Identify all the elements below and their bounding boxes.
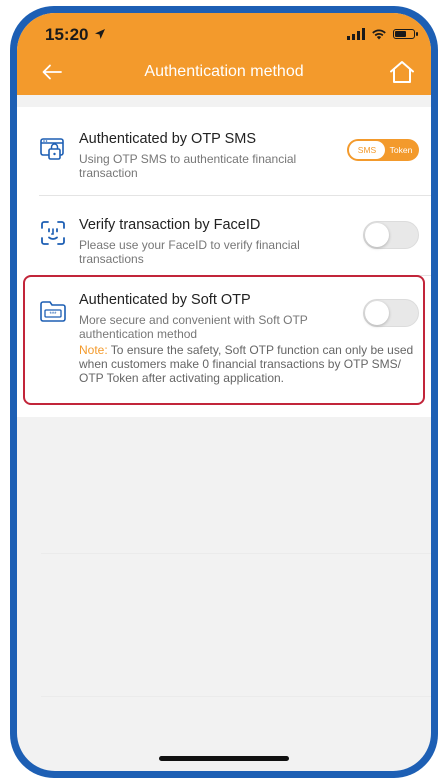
divider <box>41 696 431 697</box>
faceid-toggle[interactable] <box>363 221 419 249</box>
divider <box>41 553 431 554</box>
list-item-soft-otp: *** Authenticated by Soft OTP More secur… <box>17 279 431 403</box>
note-text: To ensure the safety, Soft OTP function … <box>79 343 414 385</box>
home-indicator[interactable] <box>159 756 289 761</box>
divider <box>39 195 431 196</box>
back-button[interactable] <box>39 59 65 85</box>
item-title: Authenticated by Soft OTP <box>79 292 251 308</box>
note-label: Note: <box>79 343 108 357</box>
signal-icon <box>347 28 365 40</box>
item-description: Please use your FaceID to verify financi… <box>79 238 300 266</box>
location-arrow-icon <box>94 28 106 43</box>
soft-otp-toggle[interactable] <box>363 299 419 327</box>
status-indicators <box>347 28 418 40</box>
status-bar: 15:20 <box>17 23 431 49</box>
battery-icon <box>393 29 418 39</box>
item-title: Authenticated by OTP SMS <box>79 131 257 147</box>
navbar: Authentication method <box>17 55 431 91</box>
token-option[interactable]: Token <box>387 141 415 159</box>
list-item-otp-sms: Authenticated by OTP SMS Using OTP SMS t… <box>17 125 431 195</box>
back-arrow-icon <box>42 64 62 80</box>
sms-option[interactable]: SMS <box>349 141 385 159</box>
auth-method-list: Authenticated by OTP SMS Using OTP SMS t… <box>17 107 431 417</box>
soft-otp-icon: *** <box>40 301 66 322</box>
soft-otp-note: Note: To ensure the safety, Soft OTP fun… <box>79 343 415 385</box>
phone-frame: 15:20 Authentication method Authenticate… <box>10 6 438 778</box>
item-description: More secure and convenient with Soft OTP… <box>79 313 308 341</box>
wifi-icon <box>372 29 386 40</box>
faceid-icon <box>41 221 65 245</box>
app-screen: 15:20 Authentication method Authenticate… <box>17 13 431 771</box>
page-title: Authentication method <box>144 63 304 80</box>
home-button[interactable] <box>387 57 417 87</box>
header-bar: 15:20 Authentication method <box>17 13 431 95</box>
list-item-faceid: Verify transaction by FaceID Please use … <box>17 203 431 273</box>
item-title: Verify transaction by FaceID <box>79 217 261 233</box>
item-description: Using OTP SMS to authenticate financial … <box>79 152 297 180</box>
sms-token-switch[interactable]: SMS Token <box>347 139 419 161</box>
status-time: 15:20 <box>45 25 89 44</box>
otp-sms-icon <box>40 138 64 160</box>
home-icon <box>390 61 414 83</box>
svg-text:***: *** <box>49 312 57 318</box>
